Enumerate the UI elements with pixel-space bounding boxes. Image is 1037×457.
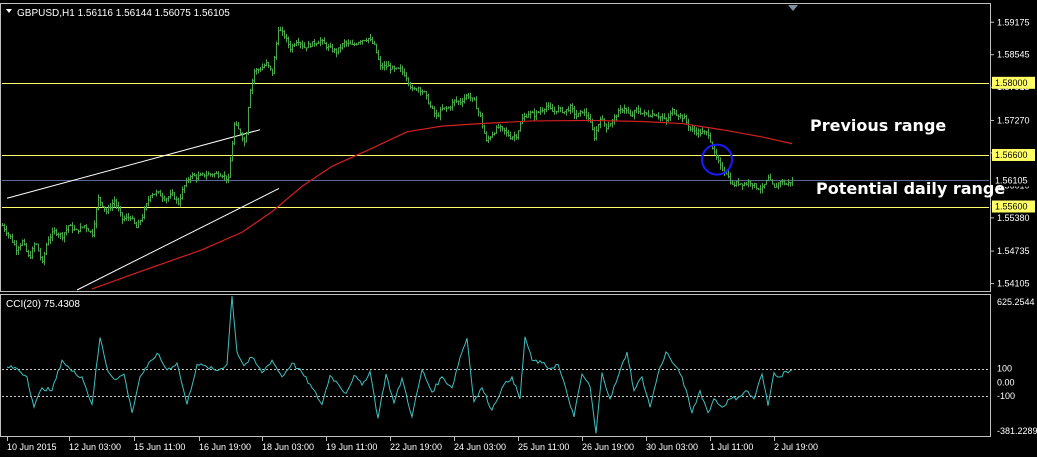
price-bars — [1, 26, 794, 266]
cci-y-tick-label: 625.2544 — [997, 297, 1035, 307]
cci-y-tick-label: 100 — [997, 364, 1012, 374]
x-tick-label: 26 Jun 19:00 — [582, 442, 634, 452]
x-tick-label: 12 Jun 03:00 — [69, 442, 121, 452]
x-tick-label: 16 Jun 19:00 — [199, 442, 251, 452]
moving-average-line — [91, 119, 793, 290]
symbol-header: GBPUSD,H1 1.56116 1.56144 1.56075 1.5610… — [17, 8, 230, 19]
level-price-label: 1.55600 — [995, 202, 1028, 212]
level-price-label: 1.58000 — [995, 78, 1028, 88]
annotation-previous-range: Previous range — [810, 116, 946, 135]
x-tick-label: 19 Jun 11:00 — [326, 442, 377, 452]
cci-panel-frame — [0, 294, 991, 437]
x-tick-label: 24 Jun 03:00 — [454, 442, 506, 452]
annotation-potential-daily-range: Potential daily range — [816, 179, 1005, 198]
x-tick-label: 10 Jun 2015 — [7, 442, 57, 452]
x-tick-label: 18 Jun 03:00 — [262, 442, 314, 452]
x-tick-label: 22 Jun 19:00 — [390, 442, 442, 452]
dropdown-arrow-icon[interactable] — [6, 9, 12, 13]
level-price-label: 1.56600 — [995, 150, 1028, 160]
cci-y-tick-label: -100 — [997, 391, 1015, 401]
y-tick-label: 1.57270 — [997, 115, 1030, 125]
x-tick-label: 1 Jul 11:00 — [710, 442, 753, 452]
cci-y-tick-label: -381.2289 — [997, 426, 1037, 436]
forex-chart: GBPUSD,H1 1.56116 1.56144 1.56075 1.5610… — [0, 3, 1037, 452]
x-tick-label: 25 Jun 11:00 — [518, 442, 569, 452]
y-tick-label: 1.55380 — [997, 213, 1030, 223]
main-panel-frame — [0, 3, 991, 292]
y-tick-label: 1.59175 — [997, 17, 1030, 27]
y-tick-label: 1.54105 — [997, 279, 1030, 289]
y-tick-label: 1.54735 — [997, 246, 1030, 256]
chart-shift-marker[interactable] — [788, 5, 798, 11]
cci-y-tick-label: 0.00 — [997, 377, 1015, 387]
cci-line — [6, 295, 793, 434]
y-tick-label: 1.58545 — [997, 50, 1030, 60]
x-tick-label: 2 Jul 19:00 — [774, 442, 818, 452]
x-tick-label: 15 Jun 11:00 — [134, 442, 185, 452]
trendline — [6, 129, 261, 199]
x-tick-label: 30 Jun 03:00 — [646, 442, 698, 452]
cci-title: CCI(20) 75.4308 — [6, 299, 80, 310]
